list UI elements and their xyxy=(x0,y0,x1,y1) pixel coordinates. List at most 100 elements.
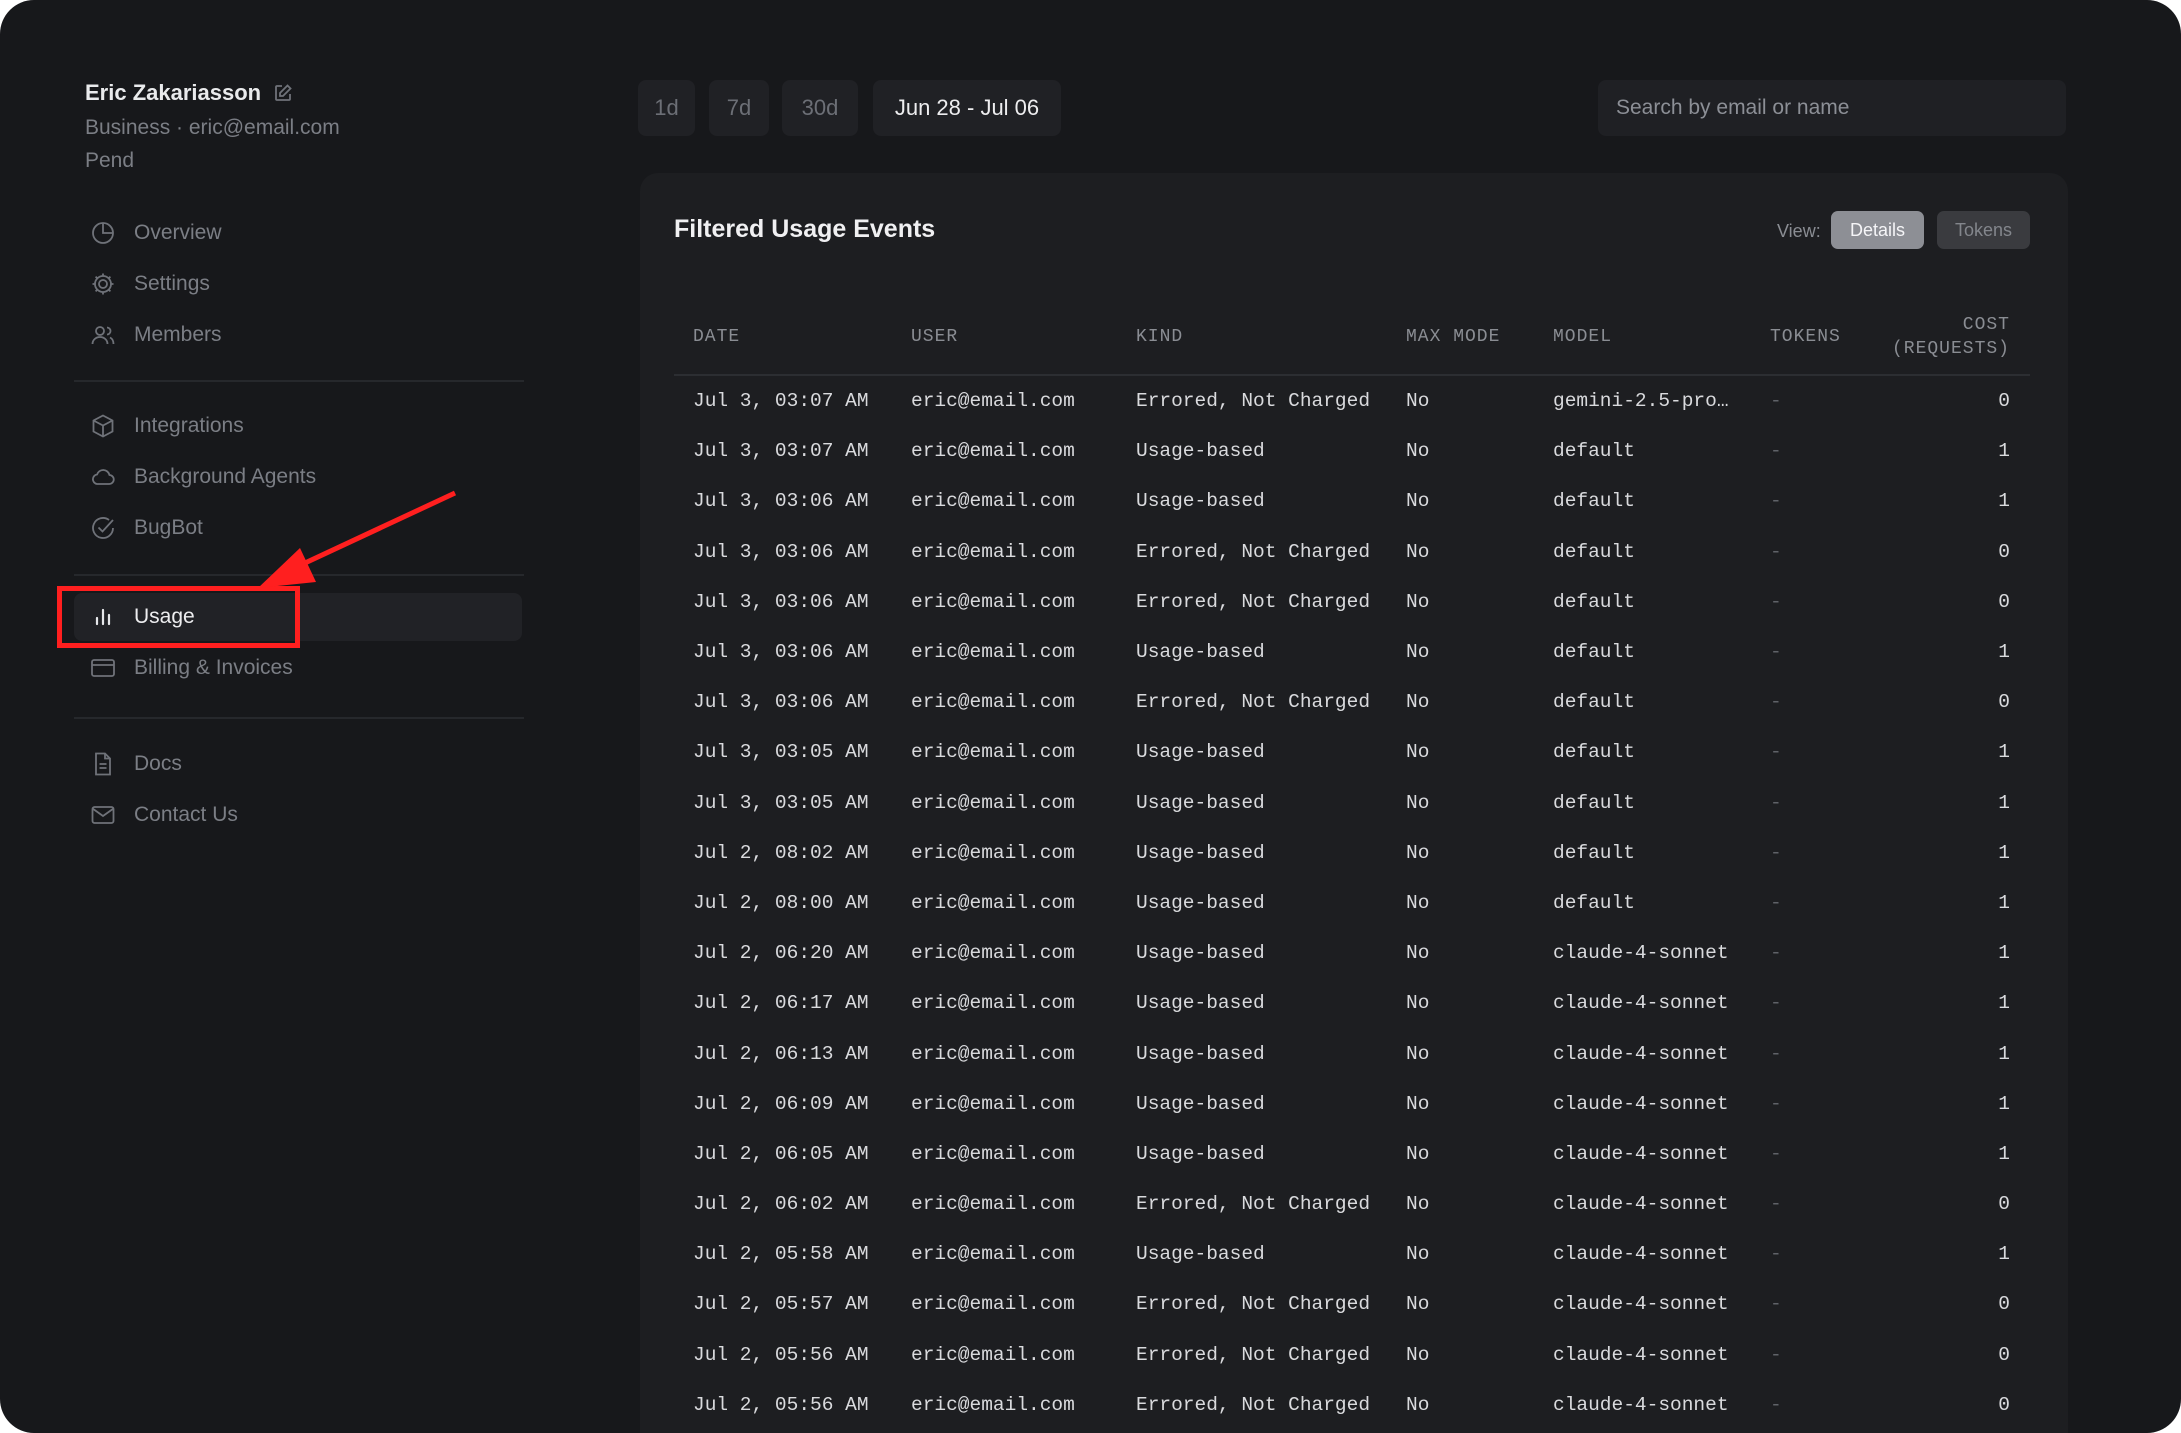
cell-cost: 1 xyxy=(1998,1042,2010,1065)
cell-kind: Errored, Not Charged xyxy=(1136,1193,1371,1216)
table-row[interactable]: Jul 2, 05:56 AM eric@email.com Errored, No… xyxy=(674,1380,2030,1430)
cell-kind: Usage-based xyxy=(1136,490,1265,513)
cell-user: eric@email.com xyxy=(911,891,1075,914)
sidebar-item-settings[interactable]: Settings xyxy=(74,260,522,308)
cell-date: Jul 2, 08:00 AM xyxy=(693,891,869,914)
table-row[interactable]: Jul 2, 06:20 AM eric@email.com Usage-based… xyxy=(674,928,2030,978)
usage-events-table: DATE USER KIND MAX MODE MODEL TOKENS COS… xyxy=(674,300,2030,1430)
cell-date: Jul 2, 06:20 AM xyxy=(693,942,869,965)
range-30d-button[interactable]: 30d xyxy=(782,80,858,136)
cell-model: default xyxy=(1553,828,1770,878)
cell-tokens: - xyxy=(1770,1243,1782,1266)
range-7d-button[interactable]: 7d xyxy=(709,80,769,136)
sidebar-item-contact-us[interactable]: Contact Us xyxy=(74,791,522,839)
cell-max-mode: No xyxy=(1406,590,1430,613)
view-details-button[interactable]: Details xyxy=(1831,211,1924,249)
table-row[interactable]: Jul 2, 06:13 AM eric@email.com Usage-based… xyxy=(674,1028,2030,1078)
cell-model-text: claude-4-sonnet xyxy=(1553,1193,1729,1216)
table-row[interactable]: Jul 3, 03:05 AM eric@email.com Usage-based… xyxy=(674,778,2030,828)
cell-cost: 0 xyxy=(1998,691,2010,714)
table-row[interactable]: Jul 3, 03:06 AM eric@email.com Usage-based… xyxy=(674,627,2030,677)
cell-cost: 1 xyxy=(1998,1142,2010,1165)
cell-cost: 1 xyxy=(1998,942,2010,965)
cell-tokens: - xyxy=(1770,1142,1782,1165)
cell-model-text: claude-4-sonnet xyxy=(1553,1293,1729,1316)
cell-model-text: default xyxy=(1553,490,1635,513)
table-row[interactable]: Jul 3, 03:07 AM eric@email.com Errored, No… xyxy=(674,375,2030,426)
cell-date: Jul 3, 03:06 AM xyxy=(693,691,869,714)
cell-kind: Errored, Not Charged xyxy=(1136,691,1371,714)
table-row[interactable]: Jul 2, 05:56 AM eric@email.com Errored, No… xyxy=(674,1330,2030,1380)
cell-max-mode: No xyxy=(1406,1092,1430,1115)
column-header-cost[interactable]: COST (REQUESTS) xyxy=(1880,300,2030,376)
cell-model: default xyxy=(1553,476,1770,526)
cell-model-text: claude-4-sonnet xyxy=(1553,1343,1729,1366)
cell-max-mode: No xyxy=(1406,1393,1430,1416)
cell-max-mode: No xyxy=(1406,1343,1430,1366)
cell-user: eric@email.com xyxy=(911,1243,1075,1266)
cell-tokens: - xyxy=(1770,590,1782,613)
cell-user: eric@email.com xyxy=(911,390,1075,413)
search-input[interactable] xyxy=(1598,80,2066,136)
sidebar-item-members[interactable]: Members xyxy=(74,311,522,359)
table-row[interactable]: Jul 2, 06:09 AM eric@email.com Usage-based… xyxy=(674,1079,2030,1129)
table-row[interactable]: Jul 2, 08:02 AM eric@email.com Usage-based… xyxy=(674,828,2030,878)
cell-user: eric@email.com xyxy=(911,1343,1075,1366)
cell-model: claude-4-sonnet xyxy=(1553,1079,1770,1129)
column-header-user[interactable]: USER xyxy=(911,300,1136,376)
cell-model-text: default xyxy=(1553,440,1635,463)
range-1d-button[interactable]: 1d xyxy=(638,80,695,136)
table-row[interactable]: Jul 2, 05:57 AM eric@email.com Errored, No… xyxy=(674,1279,2030,1329)
table-row[interactable]: Jul 3, 03:06 AM eric@email.com Usage-based… xyxy=(674,476,2030,526)
cell-model-text: default xyxy=(1553,641,1635,664)
column-header-kind[interactable]: KIND xyxy=(1136,300,1406,376)
sidebar-divider xyxy=(74,717,524,719)
table-row[interactable]: Jul 2, 05:58 AM eric@email.com Usage-based… xyxy=(674,1229,2030,1279)
table-body: Jul 3, 03:07 AM eric@email.com Errored, No… xyxy=(674,375,2030,1430)
cell-tokens: - xyxy=(1770,1393,1782,1416)
cell-model: default xyxy=(1553,677,1770,727)
cell-model: default xyxy=(1553,527,1770,577)
cell-kind: Usage-based xyxy=(1136,791,1265,814)
sidebar-item-integrations[interactable]: Integrations xyxy=(74,402,522,450)
cell-model-text: claude-4-sonnet xyxy=(1553,1243,1729,1266)
cell-cost: 1 xyxy=(1998,841,2010,864)
table-row[interactable]: Jul 2, 06:17 AM eric@email.com Usage-based… xyxy=(674,978,2030,1028)
date-range-picker[interactable]: Jun 28 - Jul 06 xyxy=(873,80,1061,136)
cell-date: Jul 2, 05:57 AM xyxy=(693,1293,869,1316)
cell-model: default xyxy=(1553,778,1770,828)
column-header-model[interactable]: MODEL xyxy=(1553,300,1770,376)
table-row[interactable]: Jul 3, 03:05 AM eric@email.com Usage-based… xyxy=(674,727,2030,777)
cell-cost: 0 xyxy=(1998,390,2010,413)
cell-user: eric@email.com xyxy=(911,841,1075,864)
column-header-tokens[interactable]: TOKENS xyxy=(1770,300,1880,376)
table-row[interactable]: Jul 3, 03:06 AM eric@email.com Errored, No… xyxy=(674,577,2030,627)
sidebar-item-docs[interactable]: Docs xyxy=(74,740,522,788)
cell-model: claude-4-sonnet xyxy=(1553,978,1770,1028)
column-header-max-mode[interactable]: MAX MODE xyxy=(1406,300,1553,376)
cell-user: eric@email.com xyxy=(911,590,1075,613)
table-row[interactable]: Jul 2, 06:05 AM eric@email.com Usage-based… xyxy=(674,1129,2030,1179)
cell-date: Jul 2, 06:17 AM xyxy=(693,992,869,1015)
view-tokens-button[interactable]: Tokens xyxy=(1937,211,2030,249)
table-row[interactable]: Jul 3, 03:07 AM eric@email.com Usage-based… xyxy=(674,426,2030,476)
edit-icon[interactable] xyxy=(273,83,293,103)
cell-model: claude-4-sonnet xyxy=(1553,1179,1770,1229)
table-header-row: DATE USER KIND MAX MODE MODEL TOKENS COS… xyxy=(674,300,2030,376)
cell-kind: Usage-based xyxy=(1136,1042,1265,1065)
table-row[interactable]: Jul 2, 06:02 AM eric@email.com Errored, No… xyxy=(674,1179,2030,1229)
cell-kind: Usage-based xyxy=(1136,440,1265,463)
cell-user: eric@email.com xyxy=(911,691,1075,714)
cell-model-text: claude-4-sonnet xyxy=(1553,1092,1729,1115)
cell-date: Jul 3, 03:07 AM xyxy=(693,390,869,413)
sidebar-item-billing-invoices[interactable]: Billing & Invoices xyxy=(74,644,522,692)
column-header-date[interactable]: DATE xyxy=(674,300,911,376)
table-row[interactable]: Jul 3, 03:06 AM eric@email.com Errored, No… xyxy=(674,677,2030,727)
table-row[interactable]: Jul 2, 08:00 AM eric@email.com Usage-based… xyxy=(674,878,2030,928)
cell-max-mode: No xyxy=(1406,841,1430,864)
sidebar-item-overview[interactable]: Overview xyxy=(74,209,522,257)
cell-date: Jul 2, 05:58 AM xyxy=(693,1243,869,1266)
cell-model: claude-4-sonnet xyxy=(1553,928,1770,978)
table-row[interactable]: Jul 3, 03:06 AM eric@email.com Errored, No… xyxy=(674,527,2030,577)
sidebar-item-label: Overview xyxy=(134,221,222,244)
